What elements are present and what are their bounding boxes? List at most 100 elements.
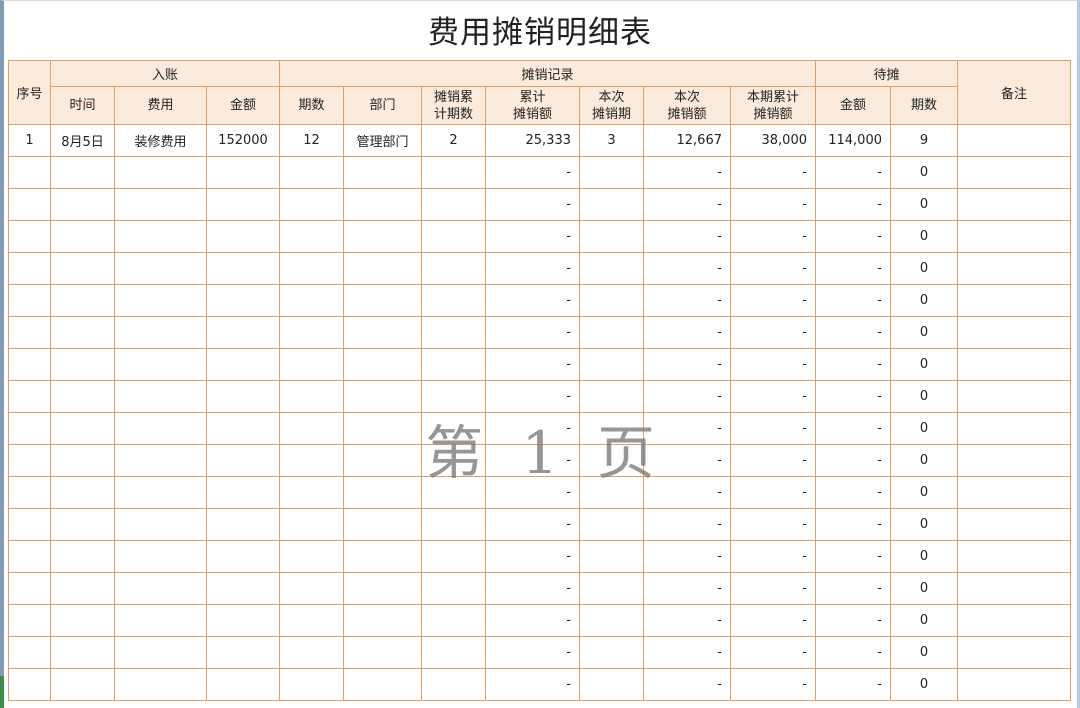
cell-period-cum[interactable]: - xyxy=(730,668,816,701)
cell-this-amount[interactable]: - xyxy=(643,220,731,253)
cell-pending-periods[interactable]: 0 xyxy=(890,668,958,701)
cell-cum-amount[interactable]: - xyxy=(485,156,580,189)
cell-dept[interactable] xyxy=(343,604,422,637)
cell-this-period[interactable] xyxy=(579,156,644,189)
cell-this-amount[interactable]: - xyxy=(643,156,731,189)
cell-time[interactable] xyxy=(50,444,115,477)
cell-this-period[interactable] xyxy=(579,348,644,381)
cell-pending-amount[interactable]: - xyxy=(815,444,891,477)
cell-this-amount[interactable]: 12,667 xyxy=(643,124,731,157)
cell-seq[interactable] xyxy=(8,284,51,317)
cell-time[interactable] xyxy=(50,252,115,285)
cell-remark[interactable] xyxy=(957,124,1071,157)
cell-time[interactable] xyxy=(50,348,115,381)
cell-amort-periods[interactable] xyxy=(421,284,486,317)
cell-remark[interactable] xyxy=(957,284,1071,317)
cell-cum-amount[interactable]: - xyxy=(485,252,580,285)
header-amortization-group[interactable]: 摊销记录 xyxy=(279,60,816,87)
cell-dept[interactable] xyxy=(343,220,422,253)
cell-time[interactable] xyxy=(50,476,115,509)
cell-expense[interactable] xyxy=(114,284,207,317)
cell-dept[interactable] xyxy=(343,316,422,349)
cell-amort-periods[interactable] xyxy=(421,252,486,285)
cell-amort-periods[interactable] xyxy=(421,156,486,189)
cell-pending-periods[interactable]: 0 xyxy=(890,220,958,253)
header-time[interactable]: 时间 xyxy=(50,86,115,125)
cell-period-cum[interactable]: - xyxy=(730,604,816,637)
cell-this-amount[interactable]: - xyxy=(643,636,731,669)
cell-this-amount[interactable]: - xyxy=(643,476,731,509)
cell-amount[interactable] xyxy=(206,348,280,381)
cell-seq[interactable] xyxy=(8,668,51,701)
cell-expense[interactable] xyxy=(114,636,207,669)
cell-expense[interactable] xyxy=(114,156,207,189)
cell-this-amount[interactable]: - xyxy=(643,284,731,317)
cell-period-cum[interactable]: - xyxy=(730,476,816,509)
cell-expense[interactable] xyxy=(114,348,207,381)
cell-time[interactable] xyxy=(50,508,115,541)
header-period-cum[interactable]: 本期累计 摊销额 xyxy=(730,86,816,125)
cell-periods[interactable] xyxy=(279,156,344,189)
cell-cum-amount[interactable]: - xyxy=(485,284,580,317)
cell-periods[interactable] xyxy=(279,508,344,541)
cell-expense[interactable] xyxy=(114,252,207,285)
cell-pending-periods[interactable]: 0 xyxy=(890,252,958,285)
cell-pending-periods[interactable]: 0 xyxy=(890,508,958,541)
cell-remark[interactable] xyxy=(957,348,1071,381)
cell-seq[interactable] xyxy=(8,540,51,573)
cell-time[interactable] xyxy=(50,220,115,253)
cell-periods[interactable] xyxy=(279,188,344,221)
cell-dept[interactable] xyxy=(343,412,422,445)
header-seq[interactable]: 序号 xyxy=(8,60,51,125)
cell-this-period[interactable] xyxy=(579,188,644,221)
cell-period-cum[interactable]: - xyxy=(730,444,816,477)
cell-period-cum[interactable]: - xyxy=(730,284,816,317)
cell-pending-amount[interactable]: - xyxy=(815,476,891,509)
header-this-amount[interactable]: 本次 摊销额 xyxy=(643,86,731,125)
cell-pending-periods[interactable]: 0 xyxy=(890,284,958,317)
cell-period-cum[interactable]: - xyxy=(730,412,816,445)
cell-amort-periods[interactable]: 2 xyxy=(421,124,486,157)
cell-remark[interactable] xyxy=(957,252,1071,285)
cell-cum-amount[interactable]: 25,333 xyxy=(485,124,580,157)
cell-time[interactable] xyxy=(50,636,115,669)
cell-time[interactable] xyxy=(50,572,115,605)
cell-dept[interactable]: 管理部门 xyxy=(343,124,422,157)
cell-this-period[interactable] xyxy=(579,636,644,669)
cell-seq[interactable]: 1 xyxy=(8,124,51,157)
cell-expense[interactable] xyxy=(114,444,207,477)
header-dept[interactable]: 部门 xyxy=(343,86,422,125)
cell-pending-amount[interactable]: - xyxy=(815,220,891,253)
cell-pending-periods[interactable]: 0 xyxy=(890,572,958,605)
cell-period-cum[interactable]: - xyxy=(730,252,816,285)
cell-pending-periods[interactable]: 0 xyxy=(890,412,958,445)
cell-amort-periods[interactable] xyxy=(421,508,486,541)
cell-period-cum[interactable]: 38,000 xyxy=(730,124,816,157)
cell-pending-periods[interactable]: 9 xyxy=(890,124,958,157)
cell-remark[interactable] xyxy=(957,508,1071,541)
cell-pending-periods[interactable]: 0 xyxy=(890,604,958,637)
cell-cum-amount[interactable]: - xyxy=(485,508,580,541)
cell-dept[interactable] xyxy=(343,572,422,605)
cell-pending-amount[interactable]: - xyxy=(815,412,891,445)
cell-dept[interactable] xyxy=(343,508,422,541)
cell-period-cum[interactable]: - xyxy=(730,316,816,349)
cell-seq[interactable] xyxy=(8,636,51,669)
cell-time[interactable]: 8月5日 xyxy=(50,124,115,157)
cell-cum-amount[interactable]: - xyxy=(485,668,580,701)
cell-this-amount[interactable]: - xyxy=(643,380,731,413)
cell-cum-amount[interactable]: - xyxy=(485,476,580,509)
cell-dept[interactable] xyxy=(343,540,422,573)
cell-remark[interactable] xyxy=(957,636,1071,669)
cell-this-amount[interactable]: - xyxy=(643,540,731,573)
cell-amort-periods[interactable] xyxy=(421,380,486,413)
cell-dept[interactable] xyxy=(343,252,422,285)
cell-pending-amount[interactable]: - xyxy=(815,636,891,669)
cell-amount[interactable] xyxy=(206,380,280,413)
cell-expense[interactable] xyxy=(114,604,207,637)
cell-time[interactable] xyxy=(50,540,115,573)
cell-cum-amount[interactable]: - xyxy=(485,348,580,381)
cell-expense[interactable] xyxy=(114,508,207,541)
cell-amort-periods[interactable] xyxy=(421,444,486,477)
cell-this-period[interactable] xyxy=(579,508,644,541)
